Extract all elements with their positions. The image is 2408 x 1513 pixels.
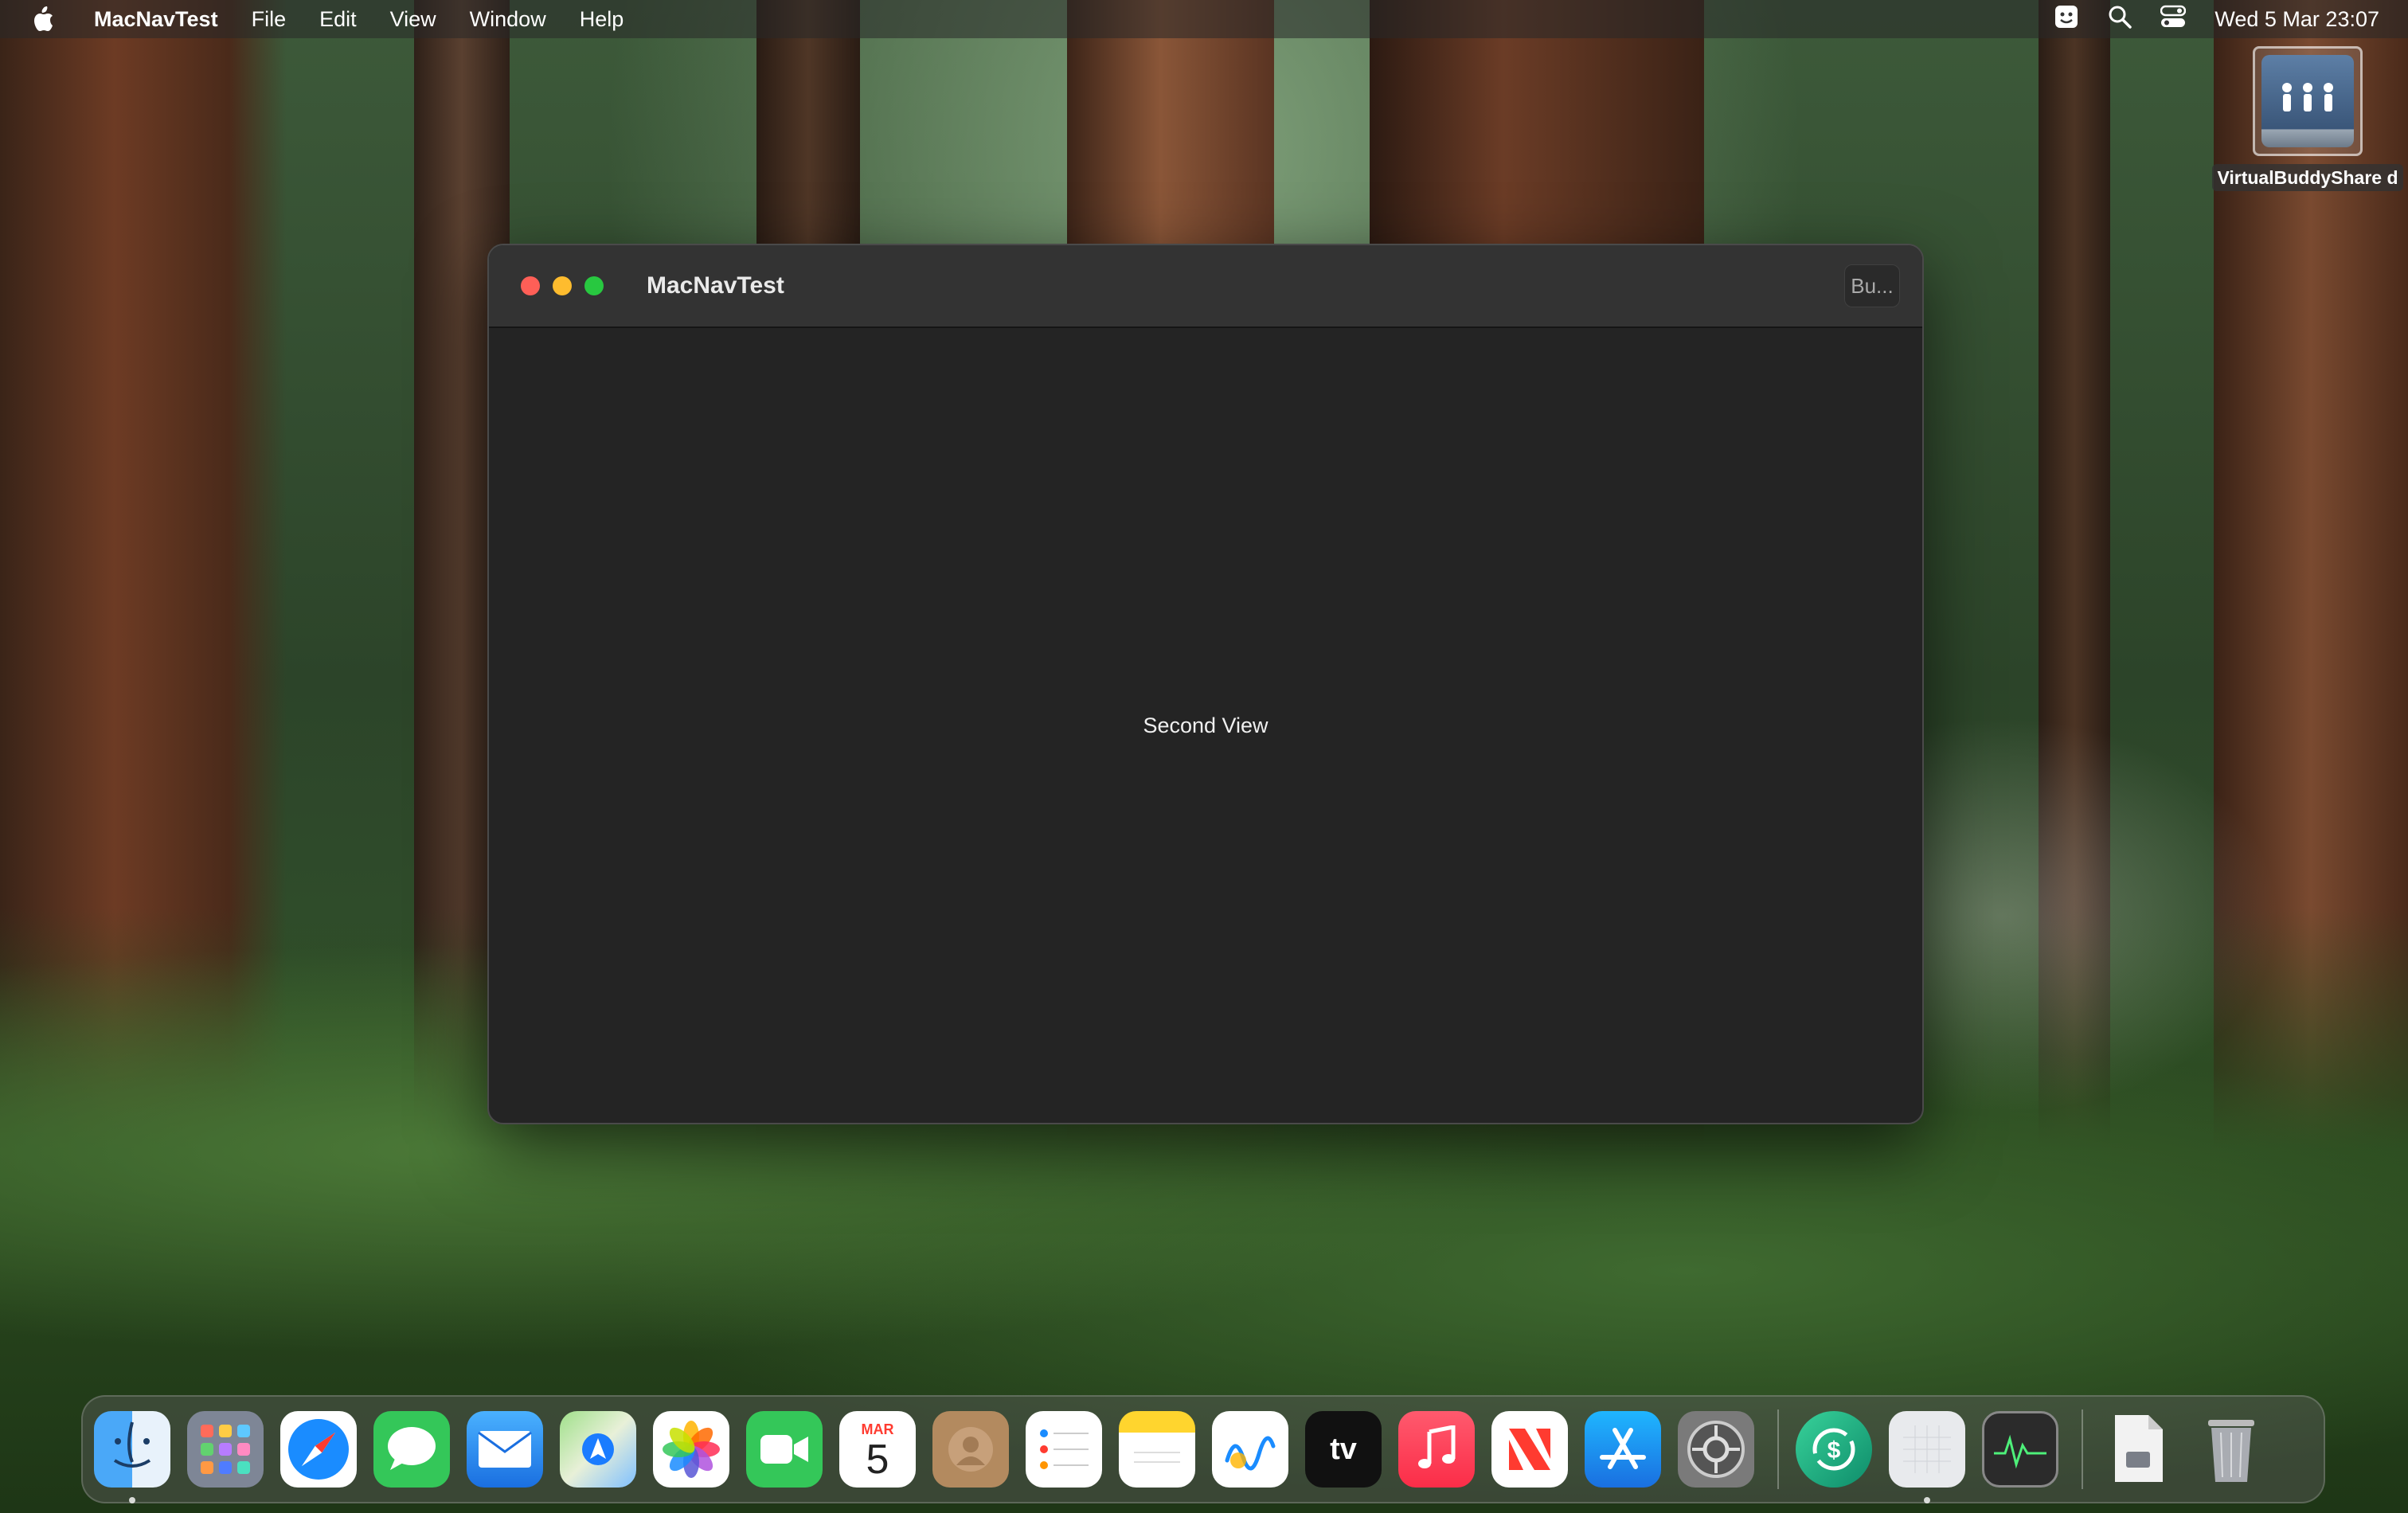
- apple-tv-icon[interactable]: tv: [1305, 1411, 1382, 1488]
- svg-text:$: $: [1828, 1437, 1841, 1464]
- dock-separator: [1777, 1409, 1779, 1489]
- window-titlebar[interactable]: MacNavTest Bu...: [489, 245, 1922, 328]
- window-title: MacNavTest: [647, 272, 784, 299]
- zoom-button[interactable]: [584, 276, 604, 295]
- freeform-icon[interactable]: [1212, 1411, 1288, 1488]
- desktop-shared-volume[interactable]: VirtualBuddyShare d: [2212, 46, 2403, 191]
- system-settings-icon[interactable]: [1678, 1411, 1754, 1488]
- mail-icon[interactable]: [467, 1411, 543, 1488]
- launchpad-icon[interactable]: [187, 1411, 264, 1488]
- menu-view[interactable]: View: [390, 7, 436, 32]
- menu-help[interactable]: Help: [580, 7, 624, 32]
- finder-icon[interactable]: [94, 1411, 170, 1503]
- shared-drive-icon: [2253, 46, 2363, 156]
- reminders-icon[interactable]: [1026, 1411, 1102, 1488]
- toolbar-button[interactable]: Bu...: [1844, 264, 1900, 307]
- dock-separator: [2082, 1409, 2083, 1489]
- calendar-month: MAR: [861, 1421, 894, 1437]
- activity-monitor-icon[interactable]: [1982, 1411, 2058, 1488]
- minimize-button[interactable]: [553, 276, 572, 295]
- maps-icon[interactable]: [560, 1411, 636, 1488]
- currency-sync-icon[interactable]: $: [1796, 1411, 1872, 1488]
- safari-icon[interactable]: [280, 1411, 357, 1488]
- tv-label: tv: [1330, 1432, 1357, 1466]
- trash-icon[interactable]: [2193, 1411, 2269, 1488]
- photos-icon[interactable]: [653, 1411, 729, 1488]
- notes-icon[interactable]: [1119, 1411, 1195, 1488]
- status-face-icon[interactable]: [2054, 4, 2079, 35]
- menu-bar: MacNavTest File Edit View Window Help We…: [0, 0, 2408, 38]
- blank-app-icon[interactable]: [1889, 1411, 1965, 1503]
- music-icon[interactable]: [1398, 1411, 1475, 1488]
- desktop-icon-label: VirtualBuddyShare d: [2212, 164, 2403, 191]
- dock: MAR 5 tv $: [81, 1395, 2325, 1503]
- contacts-icon[interactable]: [932, 1411, 1009, 1488]
- menu-edit[interactable]: Edit: [319, 7, 357, 32]
- facetime-icon[interactable]: [746, 1411, 823, 1488]
- messages-icon[interactable]: [373, 1411, 450, 1488]
- apple-menu-icon[interactable]: [32, 6, 56, 33]
- app-menu[interactable]: MacNavTest: [94, 7, 218, 32]
- calendar-day: 5: [866, 1436, 889, 1483]
- window-content: Second View: [489, 328, 1922, 1123]
- document-icon[interactable]: [2100, 1411, 2176, 1488]
- news-icon[interactable]: [1491, 1411, 1568, 1488]
- calendar-icon[interactable]: MAR 5: [839, 1411, 916, 1488]
- control-center-icon[interactable]: [2160, 5, 2187, 34]
- app-store-icon[interactable]: [1585, 1411, 1661, 1488]
- spotlight-search-icon[interactable]: [2108, 5, 2132, 34]
- menu-file[interactable]: File: [252, 7, 287, 32]
- menubar-clock[interactable]: Wed 5 Mar 23:07: [2214, 7, 2379, 32]
- menu-window[interactable]: Window: [470, 7, 546, 32]
- content-label: Second View: [1143, 713, 1268, 737]
- close-button[interactable]: [521, 276, 540, 295]
- app-window: MacNavTest Bu... Second View: [487, 244, 1924, 1124]
